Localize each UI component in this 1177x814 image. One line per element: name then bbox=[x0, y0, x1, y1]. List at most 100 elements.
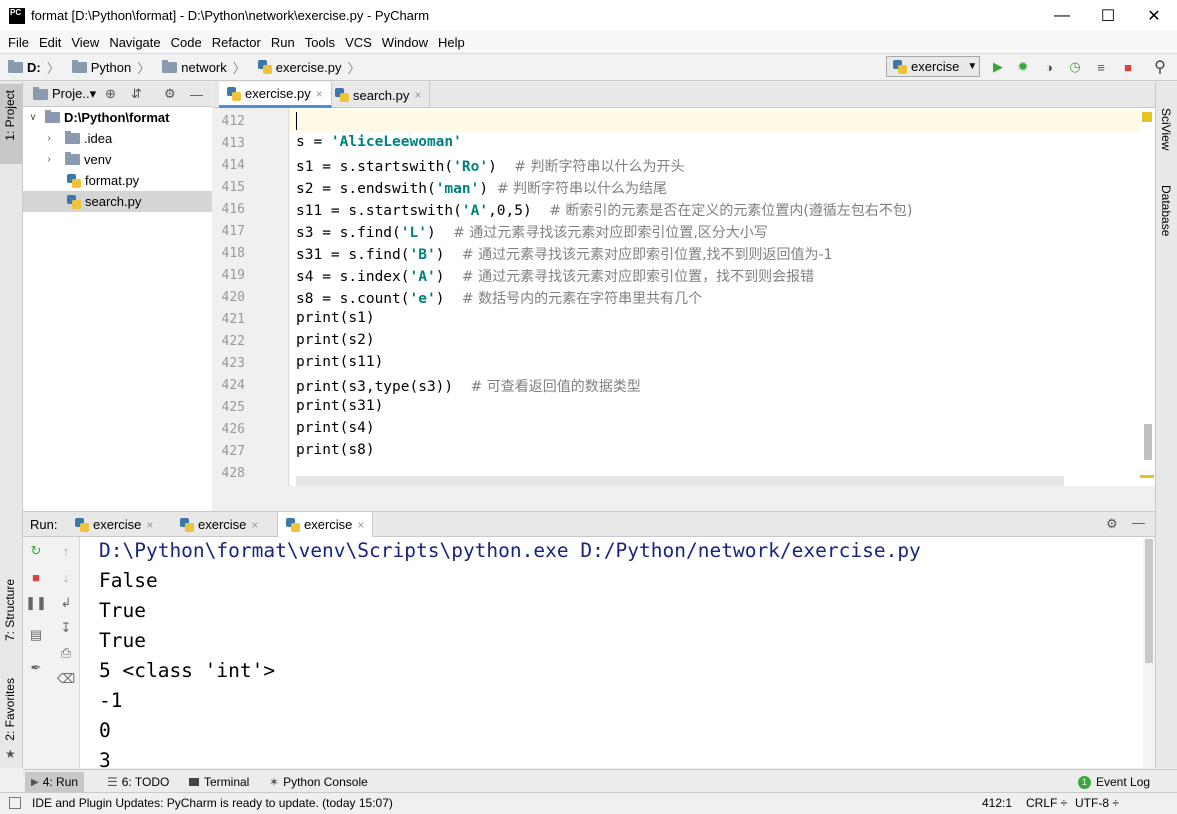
menu-navigate[interactable]: Navigate bbox=[104, 35, 165, 50]
run-tab-3[interactable]: exercise × bbox=[277, 512, 374, 537]
tree-item-format-py[interactable]: format.py bbox=[23, 170, 212, 191]
tree-item-idea[interactable]: › .idea bbox=[23, 128, 212, 149]
run-console-output[interactable]: D:\Python\format\venv\Scripts\python.exe… bbox=[80, 537, 1143, 768]
search-icon[interactable]: ⚲ bbox=[1152, 59, 1168, 76]
scrollbar-thumb[interactable] bbox=[1145, 539, 1153, 663]
menu-refactor[interactable]: Refactor bbox=[207, 35, 266, 50]
stop-icon[interactable]: ■ bbox=[1120, 59, 1136, 75]
restore-layout-icon[interactable]: ▤ bbox=[28, 627, 44, 643]
tree-item-venv[interactable]: › venv bbox=[23, 149, 212, 170]
concurrency-icon[interactable]: ≡ bbox=[1093, 59, 1109, 75]
folder-icon bbox=[65, 152, 80, 165]
trash-icon[interactable]: ⌫ bbox=[57, 671, 75, 687]
file-encoding[interactable]: UTF-8 ÷ bbox=[1075, 796, 1119, 810]
run-icon[interactable]: ▶ bbox=[990, 59, 1006, 75]
up-arrow-icon[interactable]: ↑ bbox=[58, 543, 74, 559]
menu-vcs[interactable]: VCS bbox=[340, 35, 377, 50]
favorites-tool-tab[interactable]: 2: Favorites bbox=[3, 678, 17, 741]
run-configuration-select[interactable]: exercise ▼ bbox=[886, 56, 980, 77]
print-icon[interactable]: ⎙ bbox=[58, 645, 74, 661]
project-view-selector[interactable]: Proje..▾ bbox=[52, 86, 96, 102]
run-tab-label: exercise bbox=[93, 517, 142, 532]
event-log-tool-tab[interactable]: 1 Event Log bbox=[1072, 772, 1156, 792]
close-tab-icon[interactable]: × bbox=[251, 518, 258, 532]
warning-marker bbox=[1140, 475, 1154, 478]
folder-icon bbox=[45, 110, 60, 123]
rerun-icon[interactable]: ↻ bbox=[28, 543, 44, 559]
chevron-right-icon[interactable]: › bbox=[43, 154, 55, 165]
minimize-button[interactable]: — bbox=[1039, 0, 1085, 31]
tab-exercise-py[interactable]: exercise.py × bbox=[219, 82, 332, 108]
tree-item-root[interactable]: ∨ D:\Python\format bbox=[23, 107, 212, 128]
menu-run[interactable]: Run bbox=[266, 35, 300, 50]
console-line: -1 bbox=[99, 689, 123, 712]
chevron-down-icon[interactable]: ∨ bbox=[27, 112, 39, 123]
todo-tool-tab[interactable]: ☰ 6: TODO bbox=[101, 772, 175, 792]
pin-icon[interactable]: ✒ bbox=[28, 660, 44, 676]
menu-edit[interactable]: Edit bbox=[34, 35, 66, 50]
menu-file[interactable]: File bbox=[3, 35, 34, 50]
breadcrumb-python[interactable]: Python 〉 bbox=[64, 58, 155, 77]
close-tab-icon[interactable]: × bbox=[414, 88, 421, 102]
collapse-all-icon[interactable]: ⇵ bbox=[131, 86, 142, 102]
python-console-tool-tab[interactable]: ✶ Python Console bbox=[263, 772, 374, 792]
hide-panel-icon[interactable]: — bbox=[190, 87, 203, 102]
pause-icon[interactable]: ❚❚ bbox=[25, 595, 47, 611]
database-tool-tab[interactable]: Database bbox=[1159, 185, 1173, 236]
chevron-right-icon[interactable]: › bbox=[43, 133, 55, 144]
scroll-to-end-icon[interactable]: ↧ bbox=[58, 620, 74, 636]
gear-icon[interactable]: ⚙ bbox=[1106, 516, 1118, 532]
soft-wrap-icon[interactable]: ↲ bbox=[58, 595, 74, 611]
tree-item-search-py[interactable]: search.py bbox=[23, 191, 212, 212]
terminal-tool-tab[interactable]: Terminal bbox=[183, 772, 255, 792]
caret-position[interactable]: 412:1 bbox=[982, 796, 1012, 810]
breadcrumb-drive[interactable]: D: 〉 bbox=[0, 58, 64, 77]
tab-search-py[interactable]: search.py × bbox=[327, 82, 431, 108]
star-icon: ★ bbox=[5, 747, 16, 761]
status-message[interactable]: IDE and Plugin Updates: PyCharm is ready… bbox=[32, 796, 393, 810]
breadcrumb-file[interactable]: exercise.py 〉 bbox=[250, 58, 365, 77]
close-tab-icon[interactable]: × bbox=[357, 518, 364, 532]
line-number: 412 bbox=[221, 114, 245, 129]
line-number: 428 bbox=[221, 466, 245, 481]
menu-view[interactable]: View bbox=[66, 35, 104, 50]
code-editor[interactable]: s = 'AliceLeewoman' s1 = s.startswith('R… bbox=[290, 108, 1140, 486]
menu-code[interactable]: Code bbox=[166, 35, 207, 50]
left-tool-strip: 1: Project 7: Structure 2: Favorites ★ bbox=[0, 82, 23, 768]
debug-icon[interactable]: ✹ bbox=[1015, 59, 1031, 75]
project-tool-tab[interactable]: 1: Project bbox=[3, 90, 17, 141]
window-title: format [D:\Python\format] - D:\Python\ne… bbox=[31, 8, 430, 23]
code-line-421: print(s1) bbox=[296, 310, 375, 326]
down-arrow-icon[interactable]: ↓ bbox=[58, 569, 74, 585]
locate-icon[interactable]: ⊕ bbox=[105, 86, 116, 102]
editor-vertical-scrollbar[interactable] bbox=[1140, 108, 1155, 486]
run-tab-2[interactable]: exercise × bbox=[180, 512, 258, 537]
folder-icon bbox=[8, 59, 23, 73]
python-file-icon bbox=[67, 194, 81, 209]
line-separator[interactable]: CRLF ÷ bbox=[1026, 796, 1067, 810]
close-tab-icon[interactable]: × bbox=[316, 87, 323, 101]
profile-icon[interactable]: ◷ bbox=[1067, 59, 1083, 75]
structure-tool-tab[interactable]: 7: Structure bbox=[3, 579, 17, 641]
run-tab-1[interactable]: exercise × bbox=[75, 512, 153, 537]
maximize-button[interactable]: ☐ bbox=[1085, 0, 1131, 31]
project-folder-icon bbox=[33, 86, 48, 100]
editor-horizontal-scrollbar[interactable] bbox=[296, 476, 1064, 486]
gear-icon[interactable]: ⚙ bbox=[164, 86, 176, 102]
inspection-status-icon[interactable] bbox=[1142, 112, 1152, 122]
hide-panel-icon[interactable]: — bbox=[1132, 515, 1145, 530]
stop-icon[interactable]: ■ bbox=[28, 569, 44, 585]
menu-tools[interactable]: Tools bbox=[300, 35, 340, 50]
tool-windows-toggle-icon[interactable] bbox=[9, 797, 21, 809]
line-number: 420 bbox=[221, 290, 245, 305]
console-vertical-scrollbar[interactable] bbox=[1143, 537, 1155, 768]
scrollbar-thumb[interactable] bbox=[1144, 424, 1152, 460]
close-tab-icon[interactable]: × bbox=[146, 518, 153, 532]
menu-help[interactable]: Help bbox=[433, 35, 470, 50]
sciview-tool-tab[interactable]: SciView bbox=[1159, 108, 1173, 150]
menu-window[interactable]: Window bbox=[377, 35, 433, 50]
run-tool-tab[interactable]: ▶ 4: Run bbox=[25, 772, 85, 792]
run-with-coverage-icon[interactable]: ◑ bbox=[1041, 59, 1057, 75]
close-window-button[interactable]: ✕ bbox=[1131, 0, 1177, 31]
breadcrumb-network[interactable]: network 〉 bbox=[154, 58, 250, 77]
